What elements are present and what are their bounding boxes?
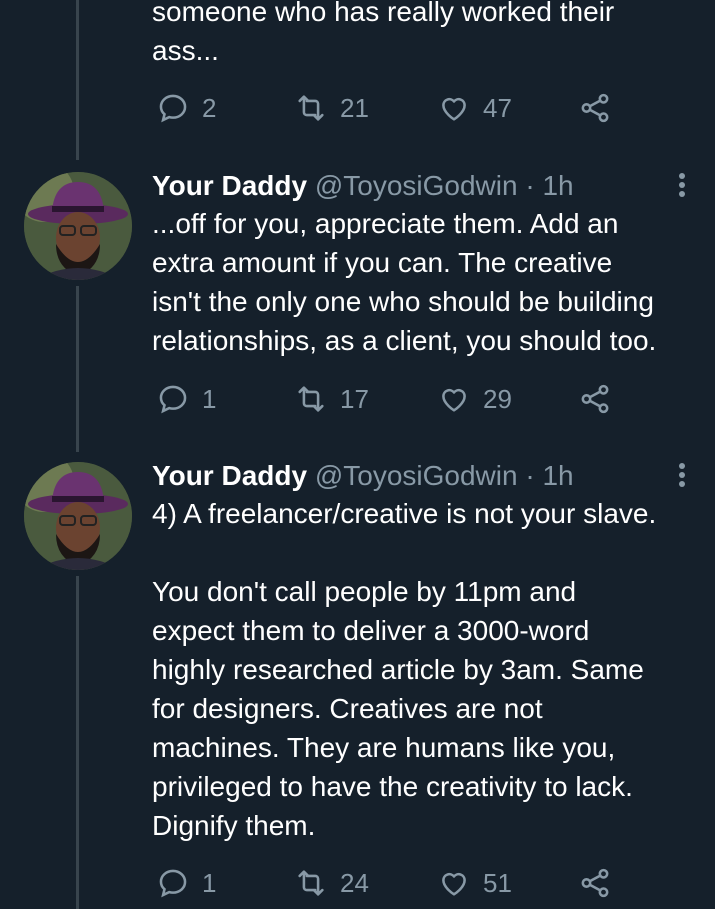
- tweet-actions: 1 24 51: [152, 863, 632, 903]
- author-handle[interactable]: @ToyosiGodwin · 1h: [315, 460, 574, 491]
- retweet-count: 17: [340, 383, 369, 414]
- reply-button[interactable]: 1: [156, 379, 216, 419]
- retweet-button[interactable]: 21: [294, 88, 369, 128]
- tweet[interactable]: Your Daddy @ToyosiGodwin · 1h ...off for…: [0, 167, 715, 432]
- like-count: 29: [483, 383, 512, 414]
- tweet-text: someone who has really worked their ass.…: [152, 0, 615, 66]
- avatar[interactable]: [24, 172, 132, 280]
- avatar-image: [24, 462, 132, 570]
- avatar[interactable]: [24, 462, 132, 570]
- tweet-text: ...off for you, appreciate them. Add an …: [152, 208, 657, 356]
- author-handle[interactable]: @ToyosiGodwin · 1h: [315, 170, 574, 201]
- tweet-text: 4) A freelancer/creative is not your sla…: [152, 498, 657, 841]
- more-menu-icon[interactable]: [677, 173, 687, 201]
- like-icon: [442, 872, 466, 896]
- reply-icon: [159, 385, 187, 414]
- share-button[interactable]: [578, 379, 624, 419]
- share-icon: [581, 93, 609, 123]
- reply-count: 2: [202, 92, 217, 123]
- like-button[interactable]: 47: [437, 88, 512, 128]
- author-name[interactable]: Your Daddy: [152, 460, 307, 491]
- reply-count: 1: [202, 867, 217, 898]
- reply-icon: [159, 94, 187, 123]
- retweet-count: 21: [340, 92, 369, 123]
- retweet-icon: [298, 870, 324, 896]
- avatar-image: [24, 172, 132, 280]
- retweet-button[interactable]: 17: [294, 379, 369, 419]
- share-button[interactable]: [578, 863, 624, 903]
- like-count: 47: [483, 92, 512, 123]
- more-menu-icon[interactable]: [677, 463, 687, 491]
- reply-count: 1: [202, 383, 217, 414]
- author-name[interactable]: Your Daddy: [152, 170, 307, 201]
- share-icon: [581, 868, 609, 898]
- tweet-header: Your Daddy @ToyosiGodwin · 1h: [152, 167, 695, 205]
- retweet-count: 24: [340, 867, 369, 898]
- tweet[interactable]: someone who has really worked their ass.…: [0, 0, 715, 140]
- reply-button[interactable]: 2: [156, 88, 216, 128]
- retweet-button[interactable]: 24: [294, 863, 369, 903]
- tweet[interactable]: Your Daddy @ToyosiGodwin · 1h 4) A freel…: [0, 457, 715, 909]
- like-count: 51: [483, 867, 512, 898]
- retweet-icon: [298, 386, 324, 412]
- tweet-actions: 2 21 47: [152, 88, 632, 128]
- share-button[interactable]: [578, 88, 624, 128]
- like-button[interactable]: 29: [437, 379, 512, 419]
- tweet-header: Your Daddy @ToyosiGodwin · 1h: [152, 457, 695, 495]
- reply-button[interactable]: 1: [156, 863, 216, 903]
- like-button[interactable]: 51: [437, 863, 512, 903]
- like-icon: [442, 388, 466, 412]
- like-icon: [442, 97, 466, 121]
- share-icon: [581, 384, 609, 414]
- retweet-icon: [298, 95, 324, 121]
- tweet-actions: 1 17 29: [152, 379, 632, 419]
- reply-icon: [159, 869, 187, 898]
